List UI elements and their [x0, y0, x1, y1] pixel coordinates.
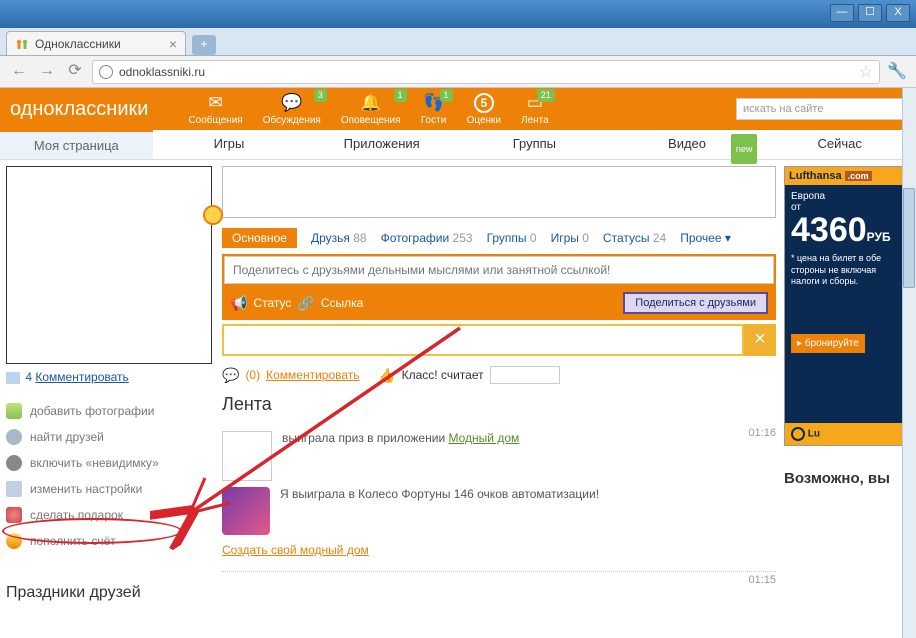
link-icon: 🔗	[297, 295, 314, 312]
minimize-button[interactable]: —	[830, 4, 854, 22]
share-link-link[interactable]: Ссылка	[321, 296, 363, 310]
avatar-comments[interactable]: 4 Комментировать	[6, 370, 214, 384]
new-badge: new	[731, 134, 758, 164]
bell-icon: 🔔	[358, 93, 384, 113]
site-logo[interactable]: одноклассники	[10, 98, 148, 121]
scrollbar-track[interactable]	[902, 88, 916, 638]
invisible-icon	[6, 455, 22, 471]
settings-wrench-icon[interactable]: 🔧	[886, 61, 908, 83]
share-input[interactable]	[224, 256, 774, 284]
profile-tab-main[interactable]: Основное	[222, 228, 297, 248]
profile-tab-friends[interactable]: Друзья 88	[311, 231, 367, 245]
forward-button[interactable]: →	[36, 61, 58, 83]
profile-tab-photos[interactable]: Фотографии 253	[381, 231, 473, 245]
feed-title: Лента	[222, 394, 776, 415]
share-box: 📢 Статус 🔗 Ссылка Поделиться с друзьями	[222, 254, 776, 320]
coins-icon	[6, 533, 22, 549]
subnav-games[interactable]: Игры	[153, 130, 306, 159]
profile-tab-more[interactable]: Прочее ▾	[680, 231, 731, 245]
feed-avatar[interactable]	[222, 431, 272, 481]
nav-guests[interactable]: 1 👣 Гости	[421, 93, 447, 126]
sidebar-find-friends[interactable]: найти друзей	[6, 424, 214, 450]
sidebar-gift[interactable]: сделать подарок	[6, 502, 214, 528]
site-search-input[interactable]: искать на сайте	[736, 98, 906, 120]
sidebar-topup[interactable]: пополнить счёт	[6, 528, 214, 554]
feed-time: 01:15	[748, 574, 776, 586]
globe-icon	[99, 65, 113, 79]
right-section-title: Возможно, вы	[784, 470, 910, 487]
browser-toolbar: ← → ⟳ odnoklassniki.ru ☆ 🔧	[0, 56, 916, 88]
avatar-badge-icon	[203, 205, 223, 225]
sidebar-settings[interactable]: изменить настройки	[6, 476, 214, 502]
envelope-icon: ✉	[203, 93, 229, 113]
nav-messages[interactable]: ✉ Сообщения	[188, 93, 242, 126]
address-bar[interactable]: odnoklassniki.ru ☆	[92, 60, 880, 84]
klass-count-box	[490, 366, 560, 384]
rating-count-icon: 5	[474, 93, 494, 113]
comment-link[interactable]: Комментировать	[266, 368, 359, 382]
sidebar-menu: добавить фотографии найти друзей включит…	[6, 398, 214, 554]
maximize-button[interactable]: ☐	[858, 4, 882, 22]
profile-tabs: Основное Друзья 88 Фотографии 253 Группы…	[222, 228, 776, 248]
site-header: одноклассники ✉ Сообщения 3 💬 Обсуждения…	[0, 88, 916, 130]
gift-icon	[6, 507, 22, 523]
subnav-groups[interactable]: Группы	[458, 130, 611, 159]
status-meta: 💬 (0) Комментировать 👍 Класс! считает	[222, 366, 776, 384]
nav-discussions[interactable]: 3 💬 Обсуждения	[263, 93, 321, 126]
feed-item: 01:15	[222, 571, 776, 584]
nav-notifications[interactable]: 1 🔔 Оповещения	[341, 93, 401, 126]
sub-nav: Моя страница Игры Приложения Группы Виде…	[0, 130, 916, 160]
sidebar-add-photos[interactable]: добавить фотографии	[6, 398, 214, 424]
tab-close-icon[interactable]: ×	[169, 36, 177, 52]
subnav-apps[interactable]: Приложения	[305, 130, 458, 159]
nav-feed[interactable]: 21 ▭ Лента	[521, 93, 549, 126]
profile-avatar[interactable]	[6, 166, 212, 364]
status-clear-icon[interactable]: ×	[744, 324, 776, 356]
subnav-now[interactable]: Сейчас	[763, 130, 916, 159]
chat-icon: 💬	[279, 93, 305, 113]
new-tab-button[interactable]: +	[192, 35, 216, 55]
comment-icon	[6, 372, 20, 384]
back-button[interactable]: ←	[8, 61, 30, 83]
sidebar-invisible[interactable]: включить «невидимку»	[6, 450, 214, 476]
feed-action-link[interactable]: Создать свой модный дом	[222, 543, 369, 557]
tab-title: Одноклассники	[35, 37, 163, 51]
ad-cta-button[interactable]: ▸ бронируйте	[791, 334, 865, 353]
feed-app-link[interactable]: Модный дом	[448, 431, 519, 445]
ad-banner[interactable]: Lufthansa .com Европа от 4360РУБ * цена …	[784, 166, 910, 446]
settings-icon	[6, 481, 22, 497]
share-button[interactable]: Поделиться с друзьями	[623, 292, 768, 314]
subnav-video[interactable]: Видеоnew	[611, 130, 764, 159]
comment-bubble-icon: 💬	[222, 367, 239, 384]
profile-tab-games[interactable]: Игры 0	[551, 231, 589, 245]
subnav-my-page[interactable]: Моя страница	[0, 130, 153, 159]
url-text: odnoklassniki.ru	[119, 65, 205, 79]
feed-item: 01:16 выиграла приз в приложении Модный …	[222, 425, 776, 563]
share-status-link[interactable]: Статус	[253, 296, 291, 310]
nav-ratings[interactable]: 5 Оценки	[467, 93, 501, 126]
browser-tab[interactable]: Одноклассники ×	[6, 31, 186, 55]
status-input[interactable]	[222, 324, 744, 356]
megaphone-icon: 📢	[230, 295, 247, 312]
person-icon	[6, 429, 22, 445]
lufthansa-logo-icon	[791, 427, 805, 441]
scrollbar-thumb[interactable]	[903, 188, 915, 288]
feed-app-icon[interactable]	[222, 487, 270, 535]
reload-button[interactable]: ⟳	[64, 61, 86, 83]
sidebar-section-title: Праздники друзей	[6, 584, 214, 602]
thumb-icon: 👍	[378, 367, 395, 384]
bookmark-star-icon[interactable]: ☆	[859, 62, 873, 82]
site-favicon-icon	[15, 37, 29, 51]
browser-tabstrip: Одноклассники × +	[0, 28, 916, 56]
photo-icon	[6, 403, 22, 419]
close-button[interactable]: X	[886, 4, 910, 22]
window-titlebar: — ☐ X	[0, 0, 916, 28]
profile-tab-groups[interactable]: Группы 0	[487, 231, 537, 245]
feed-time: 01:16	[748, 427, 776, 439]
profile-name-box	[222, 166, 776, 218]
header-nav: ✉ Сообщения 3 💬 Обсуждения 1 🔔 Оповещени…	[188, 93, 548, 126]
profile-tab-statuses[interactable]: Статусы 24	[603, 231, 666, 245]
